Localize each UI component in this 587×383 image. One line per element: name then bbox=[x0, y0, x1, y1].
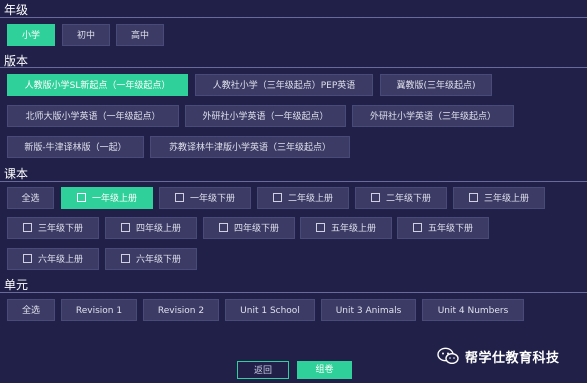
grade-option-primary[interactable]: 小学 bbox=[7, 24, 55, 46]
grade-divider bbox=[0, 17, 587, 18]
checkbox-icon bbox=[120, 223, 130, 232]
checkbox-icon bbox=[218, 223, 228, 232]
unit-section-title: 单元 bbox=[4, 278, 29, 292]
edition-option-fltrp-grade3[interactable]: 外研社小学英语（三年级起点） bbox=[352, 105, 514, 127]
checkbox-icon bbox=[22, 223, 32, 232]
edition-option-pep-sl-grade1[interactable]: 人教版小学SL新起点（一年级起点） bbox=[7, 74, 188, 96]
back-button[interactable]: 返回 bbox=[237, 361, 289, 379]
textbook-option-4-2[interactable]: 四年级下册 bbox=[203, 217, 295, 239]
textbook-option-1-1[interactable]: 一年级上册 bbox=[61, 187, 153, 209]
textbook-option-3-1[interactable]: 三年级上册 bbox=[453, 187, 545, 209]
textbook-section-title: 课本 bbox=[4, 167, 29, 181]
unit-divider bbox=[0, 292, 587, 293]
textbook-option-1-2[interactable]: 一年级下册 bbox=[159, 187, 251, 209]
textbook-option-3-2[interactable]: 三年级下册 bbox=[7, 217, 99, 239]
unit-option-revision-1[interactable]: Revision 1 bbox=[61, 299, 137, 321]
unit-select-all-button[interactable]: 全选 bbox=[7, 299, 55, 321]
edition-option-bnu-grade1[interactable]: 北师大版小学英语（一年级起点） bbox=[7, 105, 179, 127]
checkbox-icon bbox=[412, 223, 422, 232]
watermark: 帮学仕教育科技 bbox=[437, 344, 560, 368]
textbook-option-6-1[interactable]: 六年级上册 bbox=[7, 248, 99, 270]
checkbox-icon bbox=[174, 193, 184, 202]
textbook-select-all-button[interactable]: 全选 bbox=[7, 187, 54, 209]
textbook-option-5-1[interactable]: 五年级上册 bbox=[300, 217, 392, 239]
unit-option-unit-4-numbers[interactable]: Unit 4 Numbers bbox=[422, 299, 524, 321]
generate-paper-button[interactable]: 组卷 bbox=[297, 361, 352, 379]
edition-option-pep-grade3[interactable]: 人教社小学（三年级起点）PEP英语 bbox=[195, 74, 373, 96]
textbook-option-2-1[interactable]: 二年级上册 bbox=[257, 187, 349, 209]
checkbox-icon bbox=[22, 254, 32, 263]
unit-option-revision-2[interactable]: Revision 2 bbox=[143, 299, 219, 321]
checkbox-icon bbox=[468, 193, 478, 202]
textbook-option-5-2[interactable]: 五年级下册 bbox=[397, 217, 489, 239]
edition-option-jijiao[interactable]: 冀教版(三年级起点) bbox=[380, 74, 492, 96]
checkbox-icon bbox=[315, 223, 325, 232]
checkbox-icon bbox=[272, 193, 282, 202]
edition-option-sujiao-yilin-grade3[interactable]: 苏教译林牛津版小学英语（三年级起点） bbox=[150, 136, 350, 158]
edition-option-yilin-grade1[interactable]: 新版-牛津译林版（一起） bbox=[7, 136, 144, 158]
edition-divider bbox=[0, 67, 587, 68]
textbook-divider bbox=[0, 181, 587, 182]
unit-option-unit-3-animals[interactable]: Unit 3 Animals bbox=[321, 299, 416, 321]
textbook-option-6-2[interactable]: 六年级下册 bbox=[105, 248, 197, 270]
textbook-option-4-1[interactable]: 四年级上册 bbox=[105, 217, 197, 239]
wechat-icon bbox=[437, 347, 459, 365]
checkbox-icon bbox=[76, 193, 86, 202]
checkbox-icon bbox=[370, 193, 380, 202]
textbook-option-2-2[interactable]: 二年级下册 bbox=[355, 187, 447, 209]
watermark-text: 帮学仕教育科技 bbox=[465, 350, 560, 366]
checkbox-icon bbox=[120, 254, 130, 263]
edition-option-fltrp-grade1[interactable]: 外研社小学英语（一年级起点） bbox=[185, 105, 346, 127]
grade-option-junior[interactable]: 初中 bbox=[62, 24, 110, 46]
unit-option-unit-1-school[interactable]: Unit 1 School bbox=[225, 299, 315, 321]
grade-option-senior[interactable]: 高中 bbox=[116, 24, 164, 46]
grade-section-title: 年级 bbox=[4, 3, 29, 17]
